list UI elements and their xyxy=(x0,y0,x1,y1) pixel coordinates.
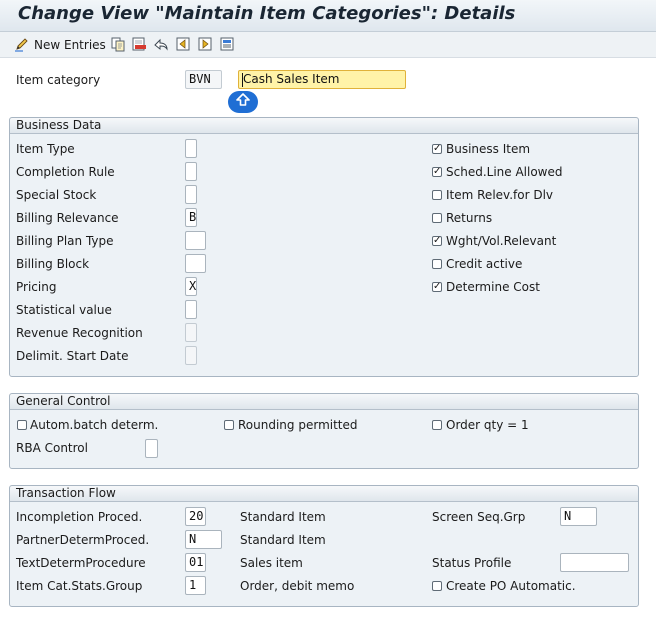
partner-determ-proced-label: PartnerDetermProced. xyxy=(16,533,150,547)
item-category-field[interactable]: BVN xyxy=(185,70,222,89)
create-po-automatic-checkbox[interactable] xyxy=(432,581,442,591)
application-toolbar: New Entries xyxy=(0,32,656,58)
next-entry-icon xyxy=(197,36,213,55)
item-relev-for-dlv-checkbox[interactable] xyxy=(432,190,442,200)
rba-control-field[interactable] xyxy=(145,439,158,458)
rba-control-label: RBA Control xyxy=(16,441,88,455)
autom-batch-determ-checkbox[interactable] xyxy=(17,420,27,430)
statistical-value-field[interactable] xyxy=(185,300,197,319)
previous-entry-button[interactable] xyxy=(175,37,191,53)
pencil-edit-icon xyxy=(14,36,30,55)
screen-seq-grp-field[interactable]: N xyxy=(560,507,597,526)
screen-seq-grp-label: Screen Seq.Grp xyxy=(432,510,526,524)
wght-vol-relevant-checkbox[interactable]: ✓ xyxy=(432,236,442,246)
completion-rule-field[interactable] xyxy=(185,162,197,181)
undo-change-button[interactable] xyxy=(153,37,169,53)
item-cat-stats-group-field[interactable]: 1 xyxy=(185,576,206,595)
create-po-automatic-label: Create PO Automatic. xyxy=(446,579,576,593)
delimit-start-date-label: Delimit. Start Date xyxy=(16,349,129,363)
delimit-start-date-field[interactable] xyxy=(185,346,197,365)
determine-cost-label: Determine Cost xyxy=(446,280,540,294)
statistical-value-label: Statistical value xyxy=(16,303,112,317)
wght-vol-relevant-label: Wght/Vol.Relevant xyxy=(446,234,557,248)
item-type-field[interactable] xyxy=(185,139,197,158)
item-category-description-field[interactable]: Cash Sales Item xyxy=(238,70,406,89)
special-stock-field[interactable] xyxy=(185,185,197,204)
status-profile-field[interactable] xyxy=(560,553,629,572)
window-title: Change View "Maintain Item Categories": … xyxy=(18,3,516,24)
item-relev-for-dlv-label: Item Relev.for Dlv xyxy=(446,188,554,202)
business-item-label: Business Item xyxy=(446,142,531,156)
order-qty-1-label: Order qty = 1 xyxy=(446,418,529,432)
revenue-recognition-field[interactable] xyxy=(185,323,197,342)
item-category-label: Item category xyxy=(16,73,101,87)
group-title: General Control xyxy=(10,394,638,410)
pricing-label: Pricing xyxy=(16,280,57,294)
copy-icon xyxy=(110,36,126,55)
item-cat-stats-group-label: Item Cat.Stats.Group xyxy=(16,579,143,593)
text-determ-procedure-label: TextDetermProcedure xyxy=(16,556,146,570)
business-item-checkbox[interactable]: ✓ xyxy=(432,144,442,154)
billing-block-field[interactable] xyxy=(185,254,206,273)
incompletion-proced-desc: Standard Item xyxy=(240,510,326,524)
display-variant-button[interactable] xyxy=(219,37,235,53)
credit-active-label: Credit active xyxy=(446,257,523,271)
special-stock-label: Special Stock xyxy=(16,188,97,202)
returns-checkbox[interactable] xyxy=(432,213,442,223)
billing-relevance-field[interactable]: B xyxy=(185,208,197,227)
copy-as-button[interactable] xyxy=(110,37,126,53)
returns-label: Returns xyxy=(446,211,493,225)
partner-determ-proced-field[interactable]: N xyxy=(185,530,222,549)
new-entries-button[interactable]: New Entries xyxy=(14,37,106,53)
order-qty-1-checkbox[interactable] xyxy=(432,420,442,430)
sched-line-allowed-checkbox[interactable]: ✓ xyxy=(432,167,442,177)
shift-indicator-button[interactable] xyxy=(228,91,258,113)
delete-button[interactable] xyxy=(131,37,147,53)
delete-icon xyxy=(131,36,147,55)
text-determ-procedure-desc: Sales item xyxy=(240,556,303,570)
billing-plan-type-field[interactable] xyxy=(185,231,206,250)
sched-line-allowed-label: Sched.Line Allowed xyxy=(446,165,563,179)
incompletion-proced-field[interactable]: 20 xyxy=(185,507,206,526)
display-variant-icon xyxy=(219,36,235,55)
new-entries-label: New Entries xyxy=(34,38,106,52)
revenue-recognition-label: Revenue Recognition xyxy=(16,326,143,340)
status-profile-label: Status Profile xyxy=(432,556,512,570)
previous-entry-icon xyxy=(175,36,191,55)
group-title: Business Data xyxy=(10,118,638,134)
undo-icon xyxy=(153,36,169,55)
item-type-label: Item Type xyxy=(16,142,75,156)
determine-cost-checkbox[interactable]: ✓ xyxy=(432,282,442,292)
pricing-field[interactable]: X xyxy=(185,277,197,296)
completion-rule-label: Completion Rule xyxy=(16,165,115,179)
billing-plan-type-label: Billing Plan Type xyxy=(16,234,114,248)
group-title: Transaction Flow xyxy=(10,486,638,502)
credit-active-checkbox[interactable] xyxy=(432,259,442,269)
incompletion-proced-label: Incompletion Proced. xyxy=(16,510,143,524)
next-entry-button[interactable] xyxy=(197,37,213,53)
billing-block-label: Billing Block xyxy=(16,257,90,271)
title-bar: Change View "Maintain Item Categories": … xyxy=(0,0,656,32)
text-cursor xyxy=(242,73,243,87)
autom-batch-determ-label: Autom.batch determ. xyxy=(30,418,159,432)
text-determ-procedure-field[interactable]: 01 xyxy=(185,553,206,572)
rounding-permitted-label: Rounding permitted xyxy=(238,418,358,432)
up-arrow-icon xyxy=(236,93,250,111)
rounding-permitted-checkbox[interactable] xyxy=(224,420,234,430)
billing-relevance-label: Billing Relevance xyxy=(16,211,119,225)
partner-determ-proced-desc: Standard Item xyxy=(240,533,326,547)
item-cat-stats-group-desc: Order, debit memo xyxy=(240,579,355,593)
